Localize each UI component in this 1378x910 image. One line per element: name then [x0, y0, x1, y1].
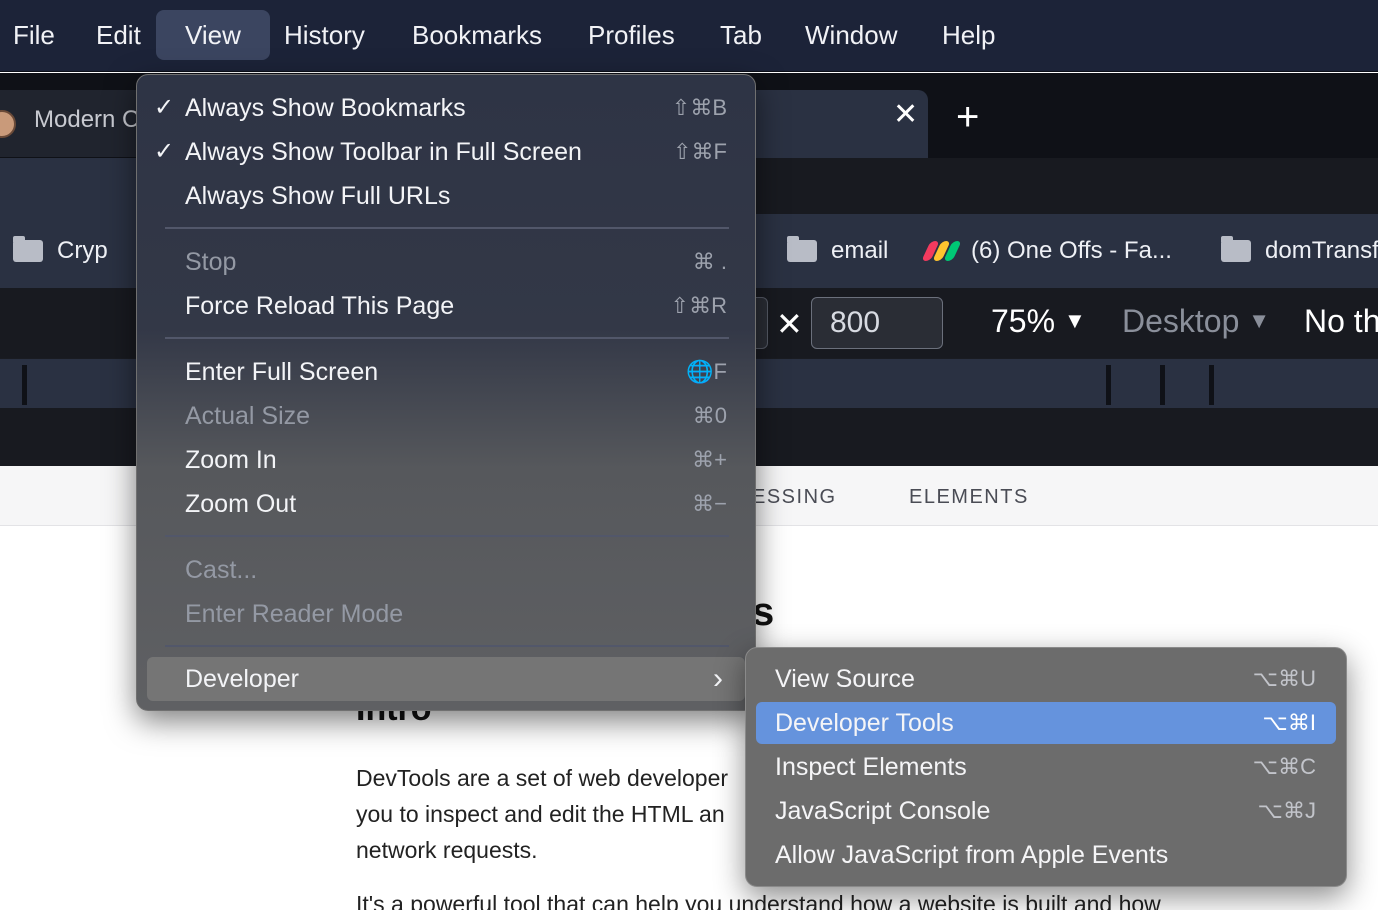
menu-item-label: Developer [185, 665, 299, 693]
menu-separator [165, 337, 729, 339]
bookmark-label: Cryp [57, 237, 108, 264]
shortcut-label: ⌥⌘J [1257, 798, 1316, 823]
zoom-select[interactable]: 75% ▼ [991, 303, 1086, 340]
menu-separator [165, 645, 729, 647]
shortcut-label: ⌘0 [692, 403, 727, 428]
ruler-tick[interactable] [22, 365, 27, 405]
bookmark-label: domTransf [1265, 237, 1378, 264]
menu-item-label: Enter Reader Mode [185, 600, 404, 628]
dimension-times-icon: ✕ [776, 306, 803, 342]
checkmark-icon: ✓ [154, 138, 175, 165]
bookmark-folder-domtransf[interactable]: domTransf [1221, 234, 1378, 268]
menu-item-label: Always Show Full URLs [185, 182, 451, 210]
bookmark-folder-cryp[interactable]: Cryp [13, 234, 108, 268]
menu-file[interactable]: File [0, 10, 68, 60]
menu-item-label: Force Reload This Page [185, 292, 455, 320]
folder-icon [787, 236, 817, 262]
menu-item-force-reload[interactable]: Force Reload This Page ⇧⌘R [137, 286, 755, 326]
menu-item-label: Stop [185, 248, 237, 276]
menu-item-label: Zoom Out [185, 490, 297, 518]
menu-bookmarks[interactable]: Bookmarks [399, 10, 555, 60]
menu-item-label: Cast... [185, 556, 258, 584]
checkmark-icon: ✓ [154, 94, 175, 121]
menu-profiles[interactable]: Profiles [575, 10, 688, 60]
shortcut-label: ⌥⌘U [1252, 666, 1316, 691]
menu-item-inspect-elements[interactable]: Inspect Elements ⌥⌘C [756, 746, 1336, 788]
menu-item-always-show-toolbar[interactable]: ✓ Always Show Toolbar in Full Screen ⇧⌘F [137, 132, 755, 172]
menu-item-label: Always Show Bookmarks [185, 94, 466, 122]
menu-item-label: Enter Full Screen [185, 358, 379, 386]
height-input[interactable] [811, 297, 943, 349]
menu-item-label: Inspect Elements [775, 753, 967, 781]
shortcut-label: 🌐F [686, 359, 727, 384]
shortcut-label: ⇧⌘R [670, 293, 727, 318]
chevron-down-icon: ▼ [1248, 308, 1271, 333]
close-tab-icon[interactable]: ✕ [893, 100, 918, 130]
menu-item-view-source[interactable]: View Source ⌥⌘U [756, 658, 1336, 700]
menu-item-javascript-console[interactable]: JavaScript Console ⌥⌘J [756, 790, 1336, 832]
ruler-tick[interactable] [1209, 365, 1214, 405]
menu-item-label: Always Show Toolbar in Full Screen [185, 138, 582, 166]
paragraph-line: It's a powerful tool that can help you u… [356, 891, 1161, 910]
menu-item-label: Actual Size [185, 402, 311, 430]
menu-window[interactable]: Window [792, 10, 910, 60]
menu-history[interactable]: History [271, 10, 378, 60]
menu-item-label: View Source [775, 665, 915, 693]
menu-item-enter-full-screen[interactable]: Enter Full Screen 🌐F [137, 352, 755, 392]
shortcut-label: ⇧⌘B [671, 95, 727, 120]
menu-item-label: Developer Tools [775, 709, 954, 737]
folder-icon [13, 236, 43, 262]
chevron-down-icon: ▼ [1063, 308, 1086, 333]
folder-icon [1221, 236, 1251, 262]
device-select[interactable]: Desktop ▼ [1122, 303, 1270, 340]
shortcut-label: ⌥⌘C [1252, 754, 1316, 779]
menu-item-label: JavaScript Console [775, 797, 991, 825]
menu-item-developer[interactable]: Developer › [147, 657, 745, 701]
zoom-value: 75% [991, 303, 1056, 339]
menu-item-zoom-in[interactable]: Zoom In ⌘+ [137, 440, 755, 480]
shortcut-label: ⇧⌘F [673, 139, 727, 164]
tab-title: Modern C [34, 106, 140, 133]
ruler-tick[interactable] [1106, 365, 1111, 405]
bookmark-label: (6) One Offs - Fa... [971, 237, 1172, 264]
menu-item-developer-tools[interactable]: Developer Tools ⌥⌘I [756, 702, 1336, 744]
menu-item-enter-reader-mode: Enter Reader Mode [137, 594, 755, 634]
menu-bar: File Edit View History Bookmarks Profile… [0, 0, 1378, 72]
menu-help[interactable]: Help [929, 10, 1008, 60]
site-nav-link[interactable]: ESSING [752, 486, 837, 509]
shortcut-label: ⌘+ [692, 447, 727, 472]
menu-edit[interactable]: Edit [83, 10, 154, 60]
menu-item-cast: Cast... [137, 550, 755, 590]
monday-logo-icon [921, 241, 962, 261]
bookmark-label: email [831, 237, 889, 264]
ruler-tick[interactable] [1160, 365, 1165, 405]
shortcut-label: ⌘− [692, 491, 727, 516]
new-tab-icon[interactable]: + [956, 97, 979, 137]
bookmark-folder-email[interactable]: email [787, 234, 888, 268]
address-bar[interactable] [756, 158, 1378, 214]
menu-item-allow-javascript-apple-events[interactable]: Allow JavaScript from Apple Events [756, 834, 1336, 876]
menu-item-always-show-bookmarks[interactable]: ✓ Always Show Bookmarks ⇧⌘B [137, 88, 755, 128]
menu-tab[interactable]: Tab [707, 10, 775, 60]
menu-item-actual-size: Actual Size ⌘0 [137, 396, 755, 436]
menu-item-label: Zoom In [185, 446, 277, 474]
bookmark-one-offs[interactable]: (6) One Offs - Fa... [921, 234, 1172, 268]
chevron-right-icon: › [713, 662, 723, 695]
developer-submenu: View Source ⌥⌘U Developer Tools ⌥⌘I Insp… [745, 647, 1347, 887]
site-nav-link-elements[interactable]: ELEMENTS [909, 486, 1029, 509]
shortcut-label: ⌘ . [692, 249, 727, 274]
menu-item-stop: Stop ⌘ . [137, 242, 755, 282]
menu-view[interactable]: View [156, 10, 270, 60]
throttle-select[interactable]: No th [1304, 303, 1378, 340]
view-menu: ✓ Always Show Bookmarks ⇧⌘B ✓ Always Sho… [136, 74, 756, 711]
device-value: Desktop [1122, 303, 1240, 339]
menu-item-always-show-full-urls[interactable]: Always Show Full URLs [137, 176, 755, 216]
menu-separator [165, 535, 729, 537]
tab-favicon-avatar-icon [0, 110, 16, 138]
menu-separator [165, 227, 729, 229]
shortcut-label: ⌥⌘I [1262, 710, 1316, 735]
menu-item-label: Allow JavaScript from Apple Events [775, 841, 1169, 869]
menu-item-zoom-out[interactable]: Zoom Out ⌘− [137, 484, 755, 524]
